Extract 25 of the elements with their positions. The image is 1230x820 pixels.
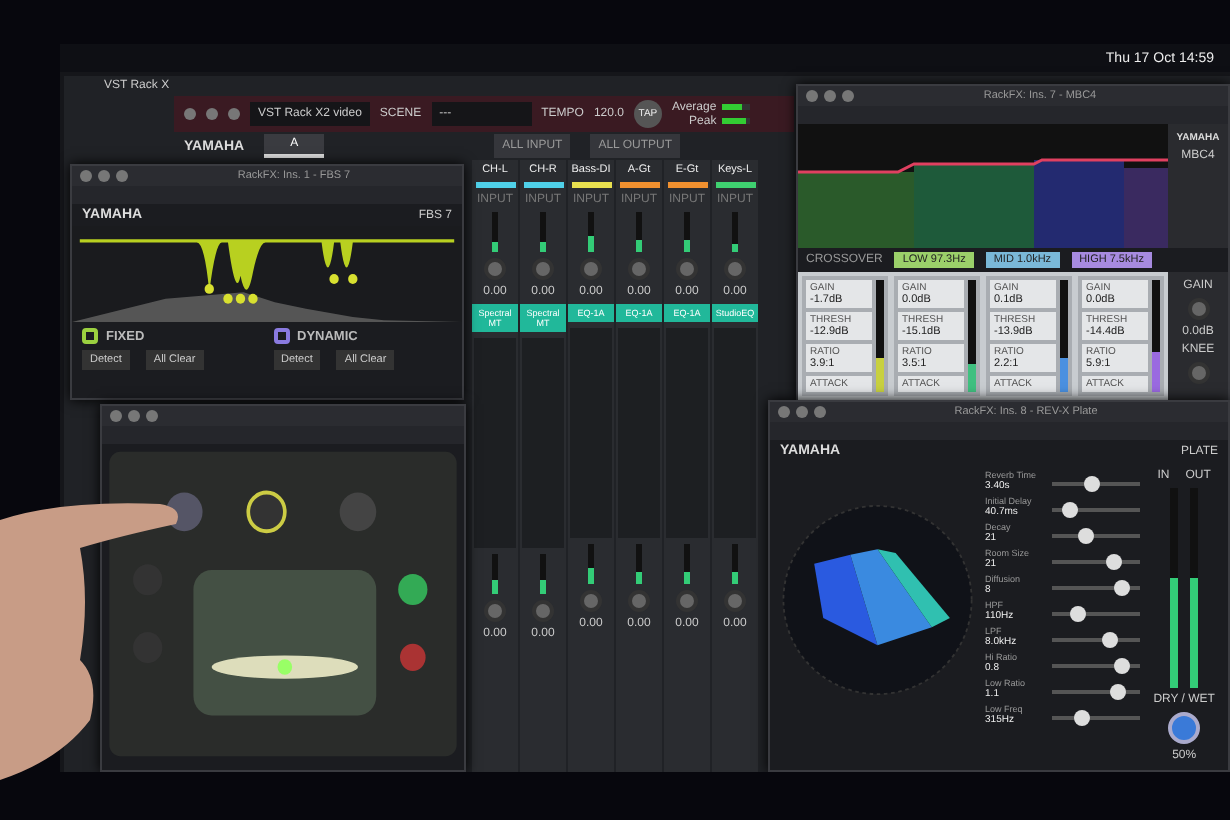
- slider-thumb[interactable]: [1078, 528, 1095, 544]
- gain-knob[interactable]: [580, 590, 602, 612]
- gain-knob[interactable]: [628, 258, 650, 280]
- gain-knob[interactable]: [676, 590, 698, 612]
- slider-thumb[interactable]: [1114, 658, 1131, 674]
- mix-knob[interactable]: [1168, 712, 1201, 744]
- gain-knob[interactable]: [484, 258, 506, 280]
- gain-knob[interactable]: [628, 590, 650, 612]
- slider-thumb[interactable]: [1083, 476, 1100, 492]
- gain-knob[interactable]: [724, 258, 746, 280]
- slider-thumb[interactable]: [1114, 580, 1131, 596]
- gain-knob[interactable]: [724, 590, 746, 612]
- gain-knob[interactable]: [580, 258, 602, 280]
- slider-thumb[interactable]: [1101, 632, 1118, 648]
- slider-thumb[interactable]: [1069, 606, 1086, 622]
- gain-knob[interactable]: [1187, 298, 1209, 320]
- knee-knob[interactable]: [1187, 362, 1209, 384]
- slider-thumb[interactable]: [1105, 554, 1122, 570]
- slider-thumb[interactable]: [1110, 684, 1126, 700]
- gain-knob[interactable]: [484, 600, 506, 622]
- slider-thumb[interactable]: [1062, 502, 1079, 518]
- gain-knob[interactable]: [532, 258, 554, 280]
- gain-knob[interactable]: [532, 600, 554, 622]
- gain-knob[interactable]: [676, 258, 698, 280]
- slider-thumb[interactable]: [1074, 710, 1091, 726]
